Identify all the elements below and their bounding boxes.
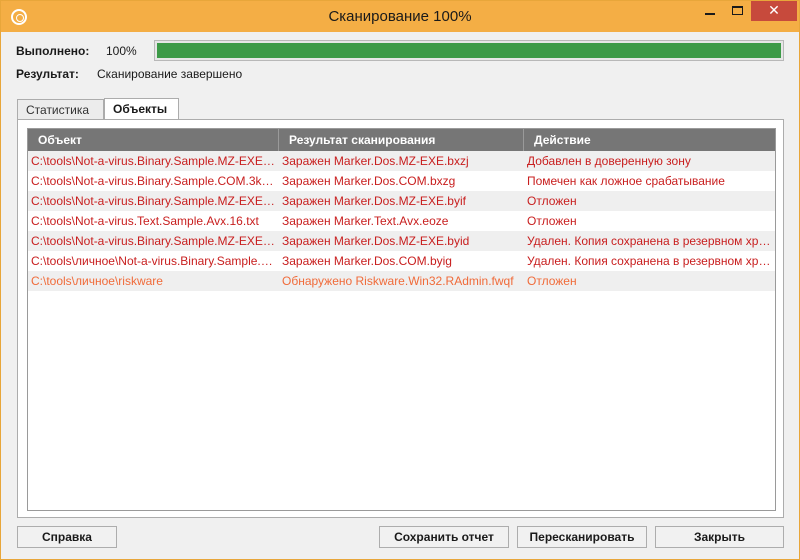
minimize-icon (705, 13, 715, 15)
cell-action: Отложен (527, 274, 577, 288)
title-bar: Сканирование 100% ✕ (1, 1, 799, 32)
cell-object: C:\tools\Not-a-virus.Binary.Sample.COM.3… (31, 174, 276, 188)
result-label: Результат: (16, 67, 79, 81)
done-label: Выполнено: (16, 44, 90, 58)
cell-object: C:\tools\Not-a-virus.Binary.Sample.MZ-EX… (31, 234, 276, 248)
table-row[interactable]: C:\tools\личное\riskware Обнаружено Riskw… (28, 271, 775, 291)
result-value: Сканирование завершено (97, 67, 243, 81)
table-row[interactable]: C:\tools\Not-a-virus.Text.Sample.Avx.16.… (28, 211, 775, 231)
save-report-button[interactable]: Сохранить отчет (379, 526, 509, 548)
cell-scan-result: Заражен Marker.Text.Avx.eoze (282, 214, 449, 228)
cell-object: C:\tools\личное\Not-a-virus.Binary.Sampl… (31, 254, 276, 268)
cell-action: Удален. Копия сохранена в резервном хран… (527, 254, 774, 268)
rescan-button[interactable]: Пересканировать (517, 526, 647, 548)
table-row[interactable]: C:\tools\личное\Not-a-virus.Binary.Sampl… (28, 251, 775, 271)
table-header: Объект Результат сканирования Действие (28, 129, 775, 151)
scan-progress-bar (154, 40, 784, 61)
minimize-button[interactable] (696, 1, 724, 21)
cell-scan-result: Заражен Marker.Dos.MZ-EXE.byif (282, 194, 466, 208)
maximize-icon (732, 6, 743, 15)
table-row[interactable]: C:\tools\Not-a-virus.Binary.Sample.COM.3… (28, 171, 775, 191)
tab-objects[interactable]: Объекты (104, 98, 179, 120)
table-row[interactable]: C:\tools\Not-a-virus.Binary.Sample.MZ-EX… (28, 231, 775, 251)
cell-action: Помечен как ложное срабатывание (527, 174, 725, 188)
column-header-object[interactable]: Объект (28, 129, 279, 151)
cell-action: Удален. Копия сохранена в резервном хран… (527, 234, 774, 248)
table-row[interactable]: C:\tools\Not-a-virus.Binary.Sample.MZ-EX… (28, 151, 775, 171)
table-body: C:\tools\Not-a-virus.Binary.Sample.MZ-EX… (28, 151, 775, 291)
cell-scan-result: Заражен Marker.Dos.COM.bxzg (282, 174, 456, 188)
progress-fill (157, 43, 781, 58)
objects-table: Объект Результат сканирования Действие C… (27, 128, 776, 511)
column-header-scan-result[interactable]: Результат сканирования (279, 129, 524, 151)
cell-object: C:\tools\Not-a-virus.Text.Sample.Avx.16.… (31, 214, 259, 228)
cell-object: C:\tools\Not-a-virus.Binary.Sample.MZ-EX… (31, 194, 276, 208)
cell-object: C:\tools\личное\riskware (31, 274, 163, 288)
objects-panel: Объект Результат сканирования Действие C… (17, 119, 784, 518)
cell-object: C:\tools\Not-a-virus.Binary.Sample.MZ-EX… (31, 154, 276, 168)
window-title: Сканирование 100% (328, 8, 472, 25)
cell-action: Добавлен в доверенную зону (527, 154, 691, 168)
help-button[interactable]: Справка (17, 526, 117, 548)
scan-window: Сканирование 100% ✕ Выполнено: 100% Резу… (0, 0, 800, 560)
done-value: 100% (106, 44, 137, 58)
cell-scan-result: Заражен Marker.Dos.MZ-EXE.bxzj (282, 154, 469, 168)
close-button[interactable]: Закрыть (655, 526, 784, 548)
maximize-button[interactable] (724, 1, 751, 21)
close-icon: ✕ (768, 2, 780, 18)
cell-action: Отложен (527, 214, 577, 228)
table-row[interactable]: C:\tools\Not-a-virus.Binary.Sample.MZ-EX… (28, 191, 775, 211)
cell-scan-result: Обнаружено Riskware.Win32.RAdmin.fwqf (282, 274, 514, 288)
cell-scan-result: Заражен Marker.Dos.MZ-EXE.byid (282, 234, 470, 248)
cell-scan-result: Заражен Marker.Dos.COM.byig (282, 254, 452, 268)
column-header-action[interactable]: Действие (524, 129, 775, 151)
close-window-button[interactable]: ✕ (751, 1, 797, 21)
cell-action: Отложен (527, 194, 577, 208)
tab-statistics[interactable]: Статистика (17, 99, 104, 120)
